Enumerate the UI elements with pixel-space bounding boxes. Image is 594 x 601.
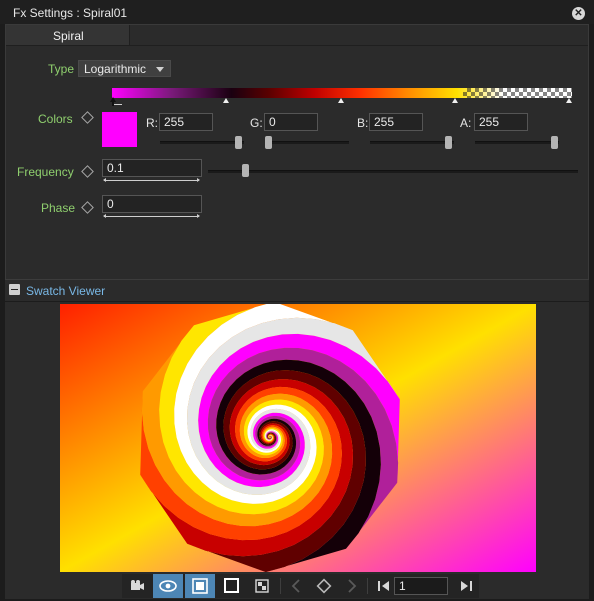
gradient-stop[interactable] — [452, 98, 458, 103]
keyframe-icon[interactable] — [81, 165, 94, 178]
checker-icon[interactable] — [247, 574, 277, 598]
gradient-stop[interactable] — [566, 98, 572, 103]
next-key-icon[interactable] — [336, 574, 366, 598]
channel-b-thumb[interactable] — [445, 136, 452, 149]
swatch-viewer: 1 — [5, 302, 589, 599]
frequency-thumb[interactable] — [242, 164, 249, 177]
frequency-slider[interactable] — [208, 170, 578, 173]
channel-r-label: R: — [146, 116, 158, 130]
channel-r-field[interactable]: 255 — [159, 113, 213, 131]
toolbar-divider — [280, 578, 281, 594]
channel-a-thumb[interactable] — [551, 136, 558, 149]
viewer-toolbar: 1 — [122, 574, 479, 598]
eye-icon[interactable] — [153, 574, 183, 598]
collapse-icon[interactable] — [9, 284, 20, 295]
tab-label: Spiral — [53, 29, 84, 43]
channel-r-slider[interactable] — [160, 141, 244, 144]
frequency-field[interactable]: 0.1 — [102, 159, 202, 177]
channel-a-field[interactable]: 255 — [474, 113, 528, 131]
frame-number-field[interactable]: 1 — [394, 577, 448, 595]
spiral-preview — [60, 304, 536, 572]
keyframe-icon[interactable] — [81, 201, 94, 214]
next-frame-icon[interactable] — [451, 574, 481, 598]
prev-key-icon[interactable] — [282, 574, 312, 598]
color-swatch[interactable] — [102, 112, 137, 147]
frequency-label: Frequency — [17, 165, 74, 179]
phase-scrubber[interactable] — [103, 214, 200, 218]
channel-b-label: B: — [357, 116, 369, 130]
channel-g-label: G: — [250, 116, 263, 130]
tab-divider — [130, 45, 588, 46]
channel-g-slider[interactable] — [265, 141, 349, 144]
settings-panel: Spiral Type Logarithmic Colors R: 255 G:… — [5, 24, 589, 301]
gradient-ramp[interactable] — [112, 88, 572, 98]
tab-spiral[interactable]: Spiral — [6, 25, 130, 46]
frequency-scrubber[interactable] — [103, 178, 200, 182]
close-icon[interactable]: ✕ — [572, 7, 585, 20]
frame-outline-icon[interactable] — [217, 574, 247, 598]
gradient-stop-selected[interactable] — [110, 97, 122, 106]
colors-label: Colors — [38, 112, 73, 126]
swatch-viewer-header[interactable]: Swatch Viewer — [5, 279, 589, 301]
type-value: Logarithmic — [84, 62, 147, 76]
toolbar-divider — [367, 578, 368, 594]
gradient-stop[interactable] — [223, 98, 229, 103]
channel-g-field[interactable]: 0 — [264, 113, 318, 131]
gradient-stop[interactable] — [338, 98, 344, 103]
phase-label: Phase — [41, 201, 76, 215]
title-bar: Fx Settings : Spiral01 ✕ — [0, 0, 594, 24]
swatch-viewer-title: Swatch Viewer — [26, 284, 106, 298]
type-label: Type — [48, 62, 75, 76]
channel-g-thumb[interactable] — [265, 136, 272, 149]
window-title: Fx Settings : Spiral01 — [13, 6, 128, 20]
channel-b-slider[interactable] — [370, 141, 454, 144]
channel-a-slider[interactable] — [475, 141, 559, 144]
phase-field[interactable]: 0 — [102, 195, 202, 213]
type-dropdown[interactable]: Logarithmic — [78, 60, 171, 77]
camera-icon[interactable] — [122, 574, 152, 598]
channel-b-field[interactable]: 255 — [369, 113, 423, 131]
chevron-down-icon — [156, 67, 164, 72]
gradient-alpha-checker — [463, 88, 572, 98]
keyframe-icon[interactable] — [309, 574, 339, 598]
frame-filled-icon[interactable] — [185, 574, 215, 598]
channel-r-thumb[interactable] — [235, 136, 242, 149]
keyframe-icon[interactable] — [81, 111, 94, 124]
channel-a-label: A: — [460, 116, 472, 130]
